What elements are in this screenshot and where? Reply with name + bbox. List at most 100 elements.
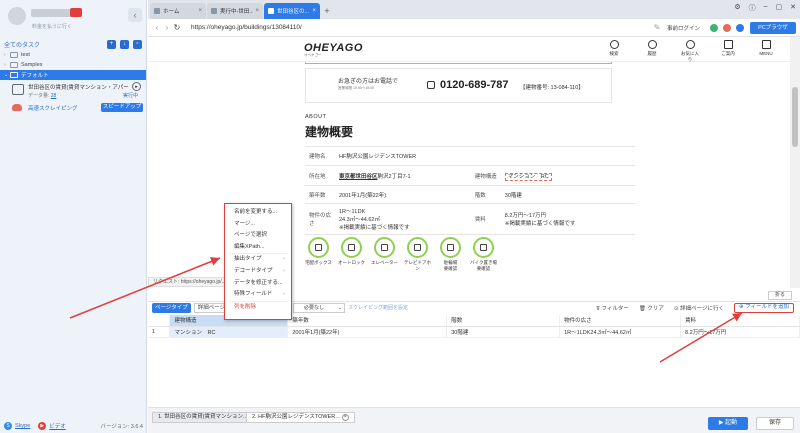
menu-item-select-in-page[interactable]: ページで選択 — [225, 230, 291, 242]
collapse-sidebar-button[interactable]: ‹ — [128, 8, 142, 22]
menu-icon — [761, 40, 771, 49]
import-icon[interactable]: ↓ — [120, 39, 129, 49]
edit-icon[interactable]: ✎ — [652, 23, 662, 32]
folder-default[interactable]: ⌄ デフォルト — [0, 70, 146, 80]
all-tasks-label[interactable]: 全てのタスク — [4, 40, 103, 49]
nav-history[interactable]: 履歴 — [642, 40, 662, 63]
menu-item-special-field[interactable]: 特殊フィールド › — [225, 289, 291, 301]
menu-item-edit-xpath[interactable]: 編集XPath... — [225, 242, 291, 254]
plan-link[interactable]: 料金を払うに行く — [32, 23, 72, 30]
cell-value[interactable]: 東京都世田谷区駒沢2丁目7-1 — [335, 165, 471, 186]
cell-key: 賃料 — [470, 203, 501, 235]
cell-value[interactable]: 30階建 — [500, 185, 635, 204]
cell-value[interactable]: HF駒沢公園レジデンスTOWER — [335, 146, 635, 166]
table-cell[interactable]: 8.2万円～17万円 — [680, 326, 800, 338]
go-detail-button[interactable]: ⊙ 詳細ページに行く — [674, 304, 724, 312]
video-link[interactable]: ビデオ — [49, 422, 66, 430]
close-icon[interactable]: × — [255, 8, 259, 14]
nav-search[interactable]: 検索 — [604, 40, 624, 63]
folder-test[interactable]: › test — [0, 50, 146, 60]
back-icon[interactable]: ‹ — [152, 23, 162, 32]
gear-icon[interactable] — [736, 23, 744, 32]
pre-login-button[interactable]: 事前ログイン — [667, 24, 700, 32]
tab-running[interactable]: 実行中-世田... × — [207, 3, 263, 19]
save-button[interactable]: 保存 — [756, 417, 794, 430]
column-header[interactable]: 物件の広さ — [559, 315, 682, 327]
video-icon[interactable]: ▶ — [38, 422, 47, 430]
column-header[interactable]: 築年数 — [287, 315, 448, 327]
page-type-select[interactable]: 必要なし ⌄ — [293, 303, 345, 313]
status-icon[interactable] — [710, 23, 718, 32]
page-scrollbar[interactable] — [790, 37, 800, 288]
site-nav: 検索 履歴 お気に入り ご案内 MENU — [604, 40, 776, 63]
table-cell[interactable]: 1R～1LDK24.3㎡～44.62㎡ — [559, 326, 682, 338]
maximize-icon[interactable]: ▢ — [776, 3, 783, 13]
play-icon[interactable]: ▸ — [132, 82, 141, 91]
close-icon[interactable]: × — [341, 414, 349, 421]
menu-item-delete-column[interactable]: 列を削除 — [225, 302, 291, 314]
column-context-menu: 名前を変更する... マージ... ページで選択 編集XPath... 抽出タイ… — [224, 203, 292, 320]
avatar[interactable] — [8, 7, 26, 25]
filter-button[interactable]: ⊽ フィルター — [596, 304, 629, 312]
skype-icon[interactable]: S — [4, 422, 12, 430]
tab-current[interactable]: 世田谷区の... × — [264, 3, 320, 19]
about-label: ABOUT — [305, 114, 327, 120]
cell-value[interactable]: 1R～1LDK 24.3㎡～44.62㎡ ※掲載実績に基づく情報です — [335, 203, 471, 235]
tab-home[interactable]: ホーム × — [150, 3, 206, 19]
info-icon[interactable]: ⓘ — [749, 3, 756, 13]
nav-favorites[interactable]: お気に入り — [680, 40, 700, 63]
speedup-button[interactable]: スピードアップ — [101, 103, 143, 112]
reload-icon[interactable]: ↻ — [172, 23, 182, 32]
url-field[interactable]: https://oheyago.jp/buildings/13084110/ — [188, 21, 652, 34]
clear-button[interactable]: 🗑 クリア — [639, 304, 664, 312]
workflow-tab-2[interactable]: 2. HF駒沢公園レジデンスTOWER... × — [246, 412, 355, 423]
row-index: 1 — [148, 326, 171, 338]
workflow-tab-1[interactable]: 1. 世田谷区の賃貸(賃貸マンション... — [152, 412, 254, 423]
close-icon[interactable]: × — [312, 8, 316, 14]
menu-item-merge[interactable]: マージ... — [225, 219, 291, 231]
close-window-icon[interactable]: ✕ — [790, 3, 796, 13]
cell-value[interactable]: 2001年1月(築22年) — [335, 185, 471, 204]
menu-item-decode-type[interactable]: デコードタイプ › — [225, 266, 291, 278]
minimize-icon[interactable]: – — [764, 3, 768, 13]
add-field-button[interactable]: ⊕ フィールドを追加 — [733, 303, 794, 313]
cell-value[interactable]: マンション RC — [500, 165, 635, 186]
table-row[interactable]: 1 マンション RC 2001年1月(築22年) 30階建 1R～1LDK24.… — [148, 326, 800, 338]
page-type-button[interactable]: ページタイプ — [152, 303, 191, 313]
table-cell[interactable]: 2001年1月(築22年) — [287, 326, 448, 338]
task-item[interactable]: 世田谷区の賃貸(賃貸マンション・アパート... データ量: 28 実行中 ▸ — [0, 80, 146, 102]
new-folder-icon[interactable]: ▫ — [133, 39, 142, 49]
collapse-panel-button[interactable]: 折る — [768, 291, 792, 300]
forward-icon[interactable]: › — [162, 23, 172, 32]
table-cell[interactable]: マンション RC — [169, 326, 289, 338]
fast-scraping-label[interactable]: 高速スクレイピング — [28, 104, 78, 112]
folder-label: デフォルト — [21, 73, 49, 79]
close-icon[interactable]: × — [198, 8, 202, 14]
skype-link[interactable]: Skype — [15, 423, 30, 429]
scrape-range-link[interactable]: スクレイピング範囲を設定 — [348, 304, 408, 311]
selected-field-highlight[interactable]: マンション RC — [504, 172, 552, 181]
pc-browser-dropdown[interactable]: PCブラウザ — [750, 21, 796, 34]
table-cell[interactable]: 30階建 — [446, 326, 561, 338]
scrollbar-thumb[interactable] — [792, 87, 798, 147]
data-count-link[interactable]: 28 — [51, 93, 57, 99]
nav-menu[interactable]: MENU — [756, 40, 776, 63]
delivery-box-icon — [308, 237, 329, 258]
folder-samples[interactable]: › Samples — [0, 60, 146, 70]
cloud-run-row: 高速スクレイピング スピードアップ — [0, 102, 146, 113]
menu-item-extract-type[interactable]: 抽出タイプ › — [225, 254, 291, 266]
nav-guide[interactable]: ご案内 — [718, 40, 738, 63]
row-index-header — [148, 315, 171, 327]
new-task-icon[interactable]: + — [107, 39, 116, 49]
column-header[interactable]: 階数 — [446, 315, 561, 327]
new-tab-button[interactable]: + — [321, 3, 333, 19]
menu-item-rename[interactable]: 名前を変更する... — [225, 207, 291, 219]
column-header[interactable]: 賃料 — [680, 315, 800, 327]
cell-value[interactable]: 8.2万円～17万円 ※掲載実績に基づく情報です — [500, 203, 635, 235]
menu-item-modify-data[interactable]: データを修正する... — [225, 278, 291, 290]
block-icon[interactable] — [723, 23, 731, 32]
settings-icon[interactable]: ⚙ — [734, 3, 740, 13]
version-label: バージョン: 3.6.4 — [100, 424, 143, 430]
launch-button[interactable]: ▶ 起動 — [708, 417, 748, 430]
phone-number[interactable]: 0120-689-787 — [440, 79, 509, 91]
